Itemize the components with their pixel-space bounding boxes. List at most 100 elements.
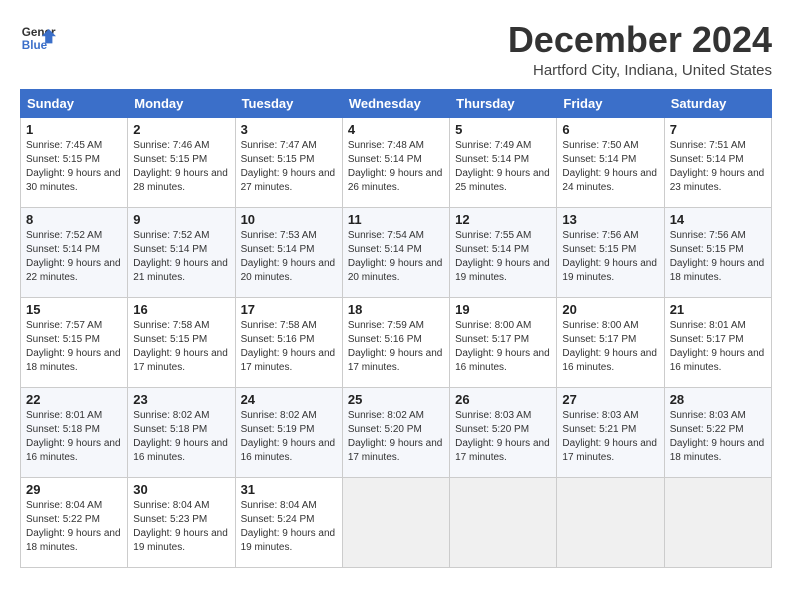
weekday-saturday: Saturday bbox=[664, 89, 771, 117]
day-number: 2 bbox=[133, 122, 229, 137]
day-info: Sunrise: 7:49 AM Sunset: 5:14 PM Dayligh… bbox=[455, 139, 551, 195]
calendar-cell: 1 Sunrise: 7:45 AM Sunset: 5:15 PM Daylig… bbox=[21, 117, 128, 207]
day-number: 16 bbox=[133, 302, 229, 317]
logo: General Blue bbox=[20, 20, 56, 56]
day-info: Sunrise: 8:03 AM Sunset: 5:22 PM Dayligh… bbox=[670, 409, 766, 465]
day-number: 24 bbox=[241, 392, 337, 407]
day-info: Sunrise: 7:47 AM Sunset: 5:15 PM Dayligh… bbox=[241, 139, 337, 195]
day-info: Sunrise: 8:03 AM Sunset: 5:21 PM Dayligh… bbox=[562, 409, 658, 465]
day-number: 18 bbox=[348, 302, 444, 317]
calendar-cell: 8 Sunrise: 7:52 AM Sunset: 5:14 PM Daylig… bbox=[21, 207, 128, 297]
day-number: 15 bbox=[26, 302, 122, 317]
day-number: 19 bbox=[455, 302, 551, 317]
day-info: Sunrise: 8:01 AM Sunset: 5:17 PM Dayligh… bbox=[670, 319, 766, 375]
day-number: 23 bbox=[133, 392, 229, 407]
calendar-week-3: 15 Sunrise: 7:57 AM Sunset: 5:15 PM Dayli… bbox=[21, 297, 772, 387]
day-info: Sunrise: 8:00 AM Sunset: 5:17 PM Dayligh… bbox=[562, 319, 658, 375]
calendar-cell bbox=[664, 477, 771, 567]
day-number: 7 bbox=[670, 122, 766, 137]
calendar-cell: 21 Sunrise: 8:01 AM Sunset: 5:17 PM Dayli… bbox=[664, 297, 771, 387]
day-number: 3 bbox=[241, 122, 337, 137]
location: Hartford City, Indiana, United States bbox=[508, 62, 772, 79]
day-number: 28 bbox=[670, 392, 766, 407]
day-info: Sunrise: 8:04 AM Sunset: 5:24 PM Dayligh… bbox=[241, 499, 337, 555]
weekday-tuesday: Tuesday bbox=[235, 89, 342, 117]
day-number: 9 bbox=[133, 212, 229, 227]
day-number: 13 bbox=[562, 212, 658, 227]
day-info: Sunrise: 7:53 AM Sunset: 5:14 PM Dayligh… bbox=[241, 229, 337, 285]
logo-icon: General Blue bbox=[20, 20, 56, 56]
day-number: 22 bbox=[26, 392, 122, 407]
day-number: 14 bbox=[670, 212, 766, 227]
day-info: Sunrise: 7:56 AM Sunset: 5:15 PM Dayligh… bbox=[670, 229, 766, 285]
day-number: 8 bbox=[26, 212, 122, 227]
calendar-cell: 15 Sunrise: 7:57 AM Sunset: 5:15 PM Dayli… bbox=[21, 297, 128, 387]
day-info: Sunrise: 7:58 AM Sunset: 5:15 PM Dayligh… bbox=[133, 319, 229, 375]
calendar-cell: 12 Sunrise: 7:55 AM Sunset: 5:14 PM Dayli… bbox=[450, 207, 557, 297]
day-info: Sunrise: 8:03 AM Sunset: 5:20 PM Dayligh… bbox=[455, 409, 551, 465]
calendar-week-1: 1 Sunrise: 7:45 AM Sunset: 5:15 PM Daylig… bbox=[21, 117, 772, 207]
day-info: Sunrise: 8:02 AM Sunset: 5:19 PM Dayligh… bbox=[241, 409, 337, 465]
day-info: Sunrise: 7:50 AM Sunset: 5:14 PM Dayligh… bbox=[562, 139, 658, 195]
day-info: Sunrise: 8:04 AM Sunset: 5:22 PM Dayligh… bbox=[26, 499, 122, 555]
day-info: Sunrise: 8:01 AM Sunset: 5:18 PM Dayligh… bbox=[26, 409, 122, 465]
calendar-cell: 18 Sunrise: 7:59 AM Sunset: 5:16 PM Dayli… bbox=[342, 297, 449, 387]
day-info: Sunrise: 7:45 AM Sunset: 5:15 PM Dayligh… bbox=[26, 139, 122, 195]
calendar-week-5: 29Sunrise: 8:04 AM Sunset: 5:22 PM Dayli… bbox=[21, 477, 772, 567]
day-number: 21 bbox=[670, 302, 766, 317]
day-info: Sunrise: 8:02 AM Sunset: 5:20 PM Dayligh… bbox=[348, 409, 444, 465]
day-number: 26 bbox=[455, 392, 551, 407]
day-number: 1 bbox=[26, 122, 122, 137]
calendar-cell: 24 Sunrise: 8:02 AM Sunset: 5:19 PM Dayli… bbox=[235, 387, 342, 477]
day-info: Sunrise: 8:04 AM Sunset: 5:23 PM Dayligh… bbox=[133, 499, 229, 555]
calendar-cell: 28 Sunrise: 8:03 AM Sunset: 5:22 PM Dayli… bbox=[664, 387, 771, 477]
calendar-cell: 6 Sunrise: 7:50 AM Sunset: 5:14 PM Daylig… bbox=[557, 117, 664, 207]
day-number: 5 bbox=[455, 122, 551, 137]
calendar-cell: 27 Sunrise: 8:03 AM Sunset: 5:21 PM Dayli… bbox=[557, 387, 664, 477]
day-info: Sunrise: 7:57 AM Sunset: 5:15 PM Dayligh… bbox=[26, 319, 122, 375]
calendar-cell: 22 Sunrise: 8:01 AM Sunset: 5:18 PM Dayli… bbox=[21, 387, 128, 477]
day-number: 27 bbox=[562, 392, 658, 407]
calendar-cell: 25Sunrise: 8:02 AM Sunset: 5:20 PM Dayli… bbox=[342, 387, 449, 477]
weekday-friday: Friday bbox=[557, 89, 664, 117]
calendar-cell: 31 Sunrise: 8:04 AM Sunset: 5:24 PM Dayli… bbox=[235, 477, 342, 567]
day-number: 10 bbox=[241, 212, 337, 227]
calendar-cell: 23Sunrise: 8:02 AM Sunset: 5:18 PM Dayli… bbox=[128, 387, 235, 477]
calendar-cell: 11Sunrise: 7:54 AM Sunset: 5:14 PM Dayli… bbox=[342, 207, 449, 297]
calendar-body: 1 Sunrise: 7:45 AM Sunset: 5:15 PM Daylig… bbox=[21, 117, 772, 567]
day-info: Sunrise: 7:58 AM Sunset: 5:16 PM Dayligh… bbox=[241, 319, 337, 375]
day-info: Sunrise: 7:52 AM Sunset: 5:14 PM Dayligh… bbox=[26, 229, 122, 285]
calendar-table: SundayMondayTuesdayWednesdayThursdayFrid… bbox=[20, 89, 772, 568]
header: General Blue December 2024 Hartford City… bbox=[20, 20, 772, 79]
day-info: Sunrise: 7:56 AM Sunset: 5:15 PM Dayligh… bbox=[562, 229, 658, 285]
calendar-cell: 20Sunrise: 8:00 AM Sunset: 5:17 PM Dayli… bbox=[557, 297, 664, 387]
calendar-cell: 14 Sunrise: 7:56 AM Sunset: 5:15 PM Dayli… bbox=[664, 207, 771, 297]
day-number: 30 bbox=[133, 482, 229, 497]
day-info: Sunrise: 7:48 AM Sunset: 5:14 PM Dayligh… bbox=[348, 139, 444, 195]
month-title: December 2024 bbox=[508, 20, 772, 60]
calendar-week-4: 22 Sunrise: 8:01 AM Sunset: 5:18 PM Dayli… bbox=[21, 387, 772, 477]
calendar-cell: 19Sunrise: 8:00 AM Sunset: 5:17 PM Dayli… bbox=[450, 297, 557, 387]
calendar-cell: 10 Sunrise: 7:53 AM Sunset: 5:14 PM Dayli… bbox=[235, 207, 342, 297]
calendar-cell: 2 Sunrise: 7:46 AM Sunset: 5:15 PM Daylig… bbox=[128, 117, 235, 207]
day-number: 12 bbox=[455, 212, 551, 227]
day-info: Sunrise: 7:46 AM Sunset: 5:15 PM Dayligh… bbox=[133, 139, 229, 195]
calendar-cell: 4 Sunrise: 7:48 AM Sunset: 5:14 PM Daylig… bbox=[342, 117, 449, 207]
calendar-cell bbox=[342, 477, 449, 567]
day-info: Sunrise: 7:55 AM Sunset: 5:14 PM Dayligh… bbox=[455, 229, 551, 285]
calendar-cell: 13 Sunrise: 7:56 AM Sunset: 5:15 PM Dayli… bbox=[557, 207, 664, 297]
weekday-sunday: Sunday bbox=[21, 89, 128, 117]
calendar-cell bbox=[450, 477, 557, 567]
calendar-cell: 7Sunrise: 7:51 AM Sunset: 5:14 PM Daylig… bbox=[664, 117, 771, 207]
weekday-header-row: SundayMondayTuesdayWednesdayThursdayFrid… bbox=[21, 89, 772, 117]
day-number: 4 bbox=[348, 122, 444, 137]
day-number: 17 bbox=[241, 302, 337, 317]
calendar-cell: 26 Sunrise: 8:03 AM Sunset: 5:20 PM Dayli… bbox=[450, 387, 557, 477]
svg-text:Blue: Blue bbox=[22, 39, 48, 52]
day-number: 31 bbox=[241, 482, 337, 497]
calendar-cell bbox=[557, 477, 664, 567]
weekday-thursday: Thursday bbox=[450, 89, 557, 117]
calendar-cell: 29Sunrise: 8:04 AM Sunset: 5:22 PM Dayli… bbox=[21, 477, 128, 567]
day-number: 6 bbox=[562, 122, 658, 137]
day-info: Sunrise: 7:59 AM Sunset: 5:16 PM Dayligh… bbox=[348, 319, 444, 375]
